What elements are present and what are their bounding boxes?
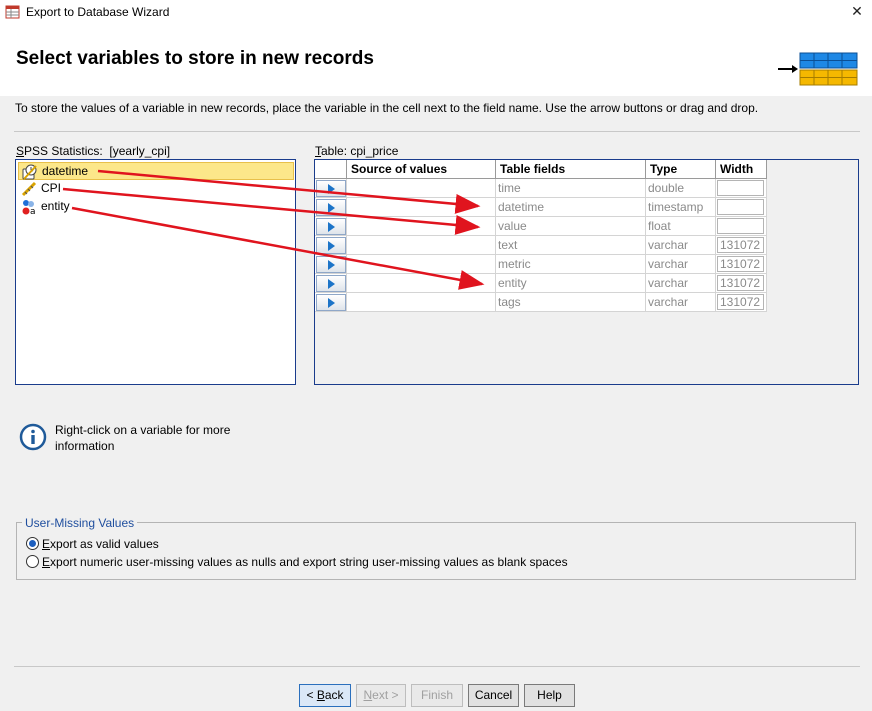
type-cell: timestamp xyxy=(646,198,716,217)
right-arrow-icon xyxy=(328,241,335,251)
right-arrow-icon xyxy=(328,279,335,289)
assign-arrow-button[interactable] xyxy=(316,237,346,254)
right-arrow-icon xyxy=(328,184,335,194)
svg-text:a: a xyxy=(30,207,36,215)
table-row: entity varchar 131072 xyxy=(315,274,767,293)
table-row: value float xyxy=(315,217,767,236)
table-header-row: Source of values Table fields Type Width xyxy=(315,160,858,179)
user-missing-group xyxy=(16,522,856,580)
title-bar: Export to Database Wizard ✕ xyxy=(0,0,872,24)
nominal-variable-icon: a xyxy=(22,200,36,215)
spss-variable-list[interactable]: datetime CPI a entity xyxy=(15,159,296,385)
source-cell[interactable] xyxy=(347,179,496,198)
column-header-width[interactable]: Width xyxy=(716,160,767,179)
window-title: Export to Database Wizard xyxy=(26,5,170,19)
field-cell: entity xyxy=(496,274,646,293)
type-cell: varchar xyxy=(646,236,716,255)
instructions-text: To store the values of a variable in new… xyxy=(15,101,759,115)
export-nulls-radio[interactable] xyxy=(26,555,39,568)
right-arrow-icon xyxy=(328,298,335,308)
type-cell: double xyxy=(646,179,716,198)
corner-cell xyxy=(315,160,347,179)
field-cell: tags xyxy=(496,293,646,312)
width-field[interactable] xyxy=(717,199,764,215)
database-table-icon xyxy=(778,52,858,86)
table-label: Table: cpi_price xyxy=(315,144,399,158)
app-icon xyxy=(5,5,20,19)
back-button[interactable]: < Back xyxy=(299,684,351,707)
source-cell[interactable] xyxy=(347,198,496,217)
width-field[interactable]: 131072 xyxy=(717,294,764,310)
field-cell: text xyxy=(496,236,646,255)
table-fields-grid[interactable]: Source of values Table fields Type Width… xyxy=(314,159,859,385)
assign-arrow-button[interactable] xyxy=(316,294,346,311)
finish-button[interactable]: Finish xyxy=(411,684,463,707)
table-row: text varchar 131072 xyxy=(315,236,767,255)
variable-item-entity[interactable]: a entity xyxy=(18,198,294,216)
field-cell: metric xyxy=(496,255,646,274)
width-field[interactable]: 131072 xyxy=(717,256,764,272)
table-row: metric varchar 131072 xyxy=(315,255,767,274)
variable-item-cpi[interactable]: CPI xyxy=(18,180,294,198)
footer-divider xyxy=(14,666,860,667)
info-text: Right-click on a variable for more infor… xyxy=(55,423,231,453)
type-cell: float xyxy=(646,217,716,236)
assign-arrow-button[interactable] xyxy=(316,180,346,197)
variable-name: entity xyxy=(41,199,70,213)
field-cell: datetime xyxy=(496,198,646,217)
variable-name: CPI xyxy=(41,181,62,195)
width-field[interactable]: 131072 xyxy=(717,237,764,253)
column-header-source[interactable]: Source of values xyxy=(347,160,496,179)
export-valid-radio[interactable] xyxy=(26,537,39,550)
type-cell: varchar xyxy=(646,274,716,293)
assign-arrow-button[interactable] xyxy=(316,256,346,273)
assign-arrow-button[interactable] xyxy=(316,199,346,216)
width-field[interactable]: 131072 xyxy=(717,275,764,291)
column-header-type[interactable]: Type xyxy=(646,160,716,179)
spss-variables-label: SPSS Statistics: [yearly_cpi] xyxy=(16,144,171,158)
source-cell[interactable] xyxy=(347,236,496,255)
table-row: tags varchar 131072 xyxy=(315,293,767,312)
info-icon xyxy=(19,423,47,451)
width-field[interactable] xyxy=(717,218,764,234)
width-field[interactable] xyxy=(717,180,764,196)
source-cell[interactable] xyxy=(347,293,496,312)
right-arrow-icon xyxy=(328,260,335,270)
variable-name: datetime xyxy=(42,164,89,178)
type-cell: varchar xyxy=(646,255,716,274)
help-button[interactable]: Help xyxy=(524,684,575,707)
cancel-button[interactable]: Cancel xyxy=(468,684,519,707)
variable-item-datetime[interactable]: datetime xyxy=(18,162,294,180)
export-valid-label[interactable]: Export as valid values xyxy=(42,537,159,551)
source-cell[interactable] xyxy=(347,274,496,293)
type-cell: varchar xyxy=(646,293,716,312)
field-cell: time xyxy=(496,179,646,198)
next-button[interactable]: Next > xyxy=(356,684,406,707)
close-icon[interactable]: ✕ xyxy=(842,0,872,24)
column-header-fields[interactable]: Table fields xyxy=(496,160,646,179)
assign-arrow-button[interactable] xyxy=(316,275,346,292)
export-nulls-label[interactable]: Export numeric user-missing values as nu… xyxy=(42,555,568,569)
right-arrow-icon xyxy=(328,203,335,213)
date-variable-icon xyxy=(22,164,37,180)
header-divider xyxy=(14,131,860,132)
source-cell[interactable] xyxy=(347,255,496,274)
user-missing-title: User-Missing Values xyxy=(22,516,138,530)
page-title: Select variables to store in new records xyxy=(16,48,374,69)
field-cell: value xyxy=(496,217,646,236)
right-arrow-icon xyxy=(328,222,335,232)
source-cell[interactable] xyxy=(347,217,496,236)
table-row: time double xyxy=(315,179,767,198)
assign-arrow-button[interactable] xyxy=(316,218,346,235)
table-row: datetime timestamp xyxy=(315,198,767,217)
scale-variable-icon xyxy=(21,181,37,197)
